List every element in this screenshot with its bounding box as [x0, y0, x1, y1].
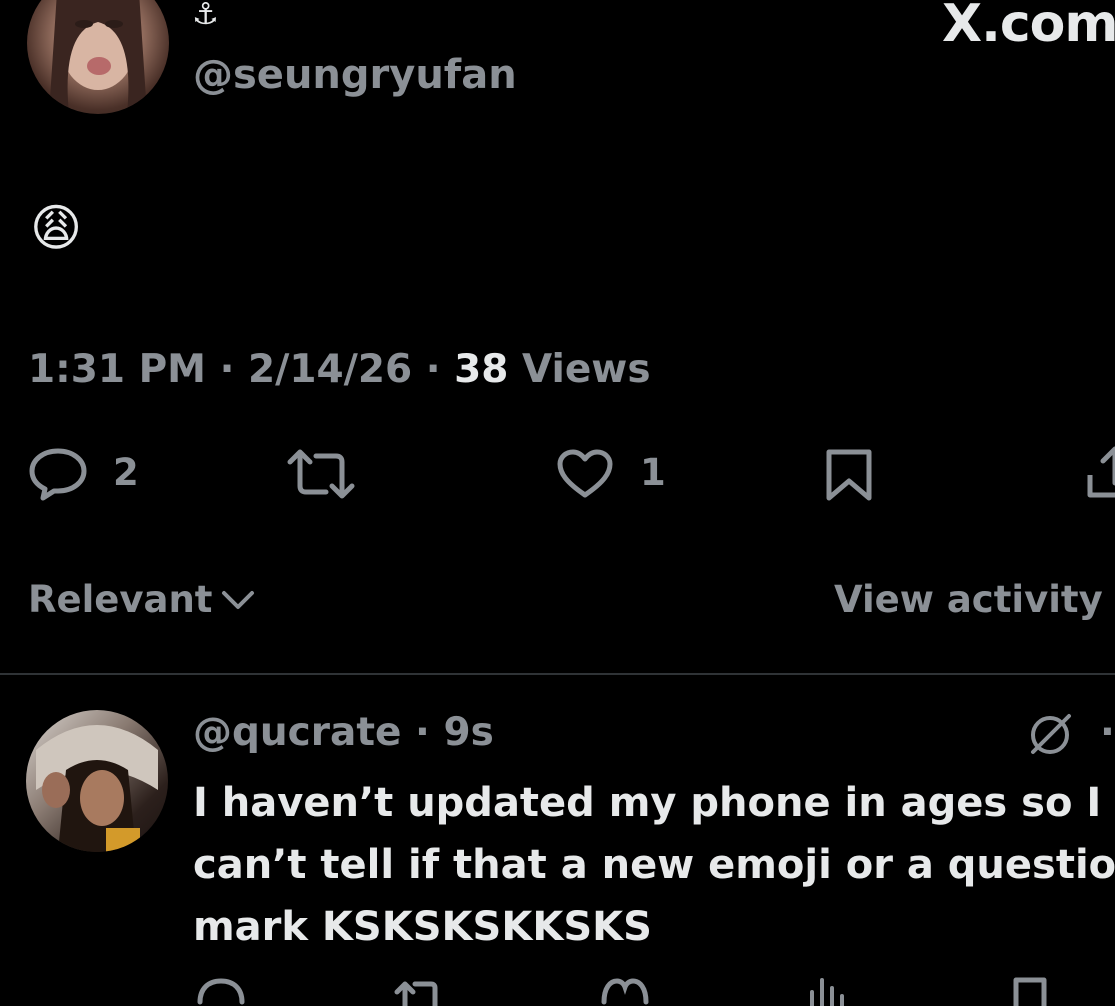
divider [0, 673, 1115, 675]
reply-author-handle[interactable]: @qucrate [193, 710, 401, 755]
sort-label: Relevant [28, 578, 213, 621]
bar-chart-icon [810, 978, 844, 1006]
meta-separator: · [219, 347, 235, 392]
reply-views-button[interactable] [806, 974, 846, 1006]
anchor-badge: ⚓ [192, 0, 219, 32]
reply-text-line: mark KSKSKSKKSKS [193, 904, 652, 950]
repost-icon [394, 981, 438, 1006]
reply-like-button[interactable] [600, 976, 650, 1006]
meta-separator: · [425, 347, 441, 392]
like-button[interactable] [556, 448, 614, 500]
reply-button[interactable] [28, 446, 88, 502]
reply-reply-button[interactable] [196, 976, 246, 1006]
sort-dropdown[interactable]: Relevant [28, 576, 258, 624]
post-time[interactable]: 1:31 PM [28, 347, 206, 392]
author-handle[interactable]: @seungryufan [193, 50, 517, 100]
share-button[interactable] [1085, 445, 1115, 501]
brand-watermark: X.com [942, 0, 1115, 54]
reply-count: 2 [113, 451, 139, 494]
reply-icon [29, 448, 87, 501]
reply-text-line: can’t tell if that a new emoji or a ques… [193, 842, 1115, 888]
meta-separator: · [415, 710, 430, 755]
post-emoji: 😩 [30, 199, 83, 257]
reply-author-avatar[interactable] [26, 710, 168, 852]
reply-age[interactable]: 9s [443, 710, 493, 755]
grok-button[interactable] [1027, 712, 1073, 758]
heart-icon [601, 978, 649, 1005]
views-label[interactable]: Views [522, 347, 651, 392]
post-date[interactable]: 2/14/26 [248, 347, 412, 392]
views-count[interactable]: 38 [454, 347, 508, 392]
post-meta: 1:31 PM · 2/14/26 · 38 Views [28, 346, 651, 394]
reply-bookmark-button[interactable] [1012, 976, 1048, 1006]
reply-icon [197, 978, 245, 1005]
reply-repost-button[interactable] [393, 978, 443, 1006]
more-options-button[interactable]: · [1100, 708, 1115, 758]
bookmark-button[interactable] [824, 448, 874, 502]
reply-meta: @qucrate · 9s [193, 708, 494, 758]
heart-icon [557, 449, 613, 498]
like-count: 1 [640, 451, 666, 494]
slash-circle-icon [1031, 714, 1071, 754]
reply-text-line: I haven’t updated my phone in ages so I [193, 780, 1102, 826]
bookmark-icon [826, 449, 872, 501]
reply-text: I haven’t updated my phone in ages so I … [193, 772, 1115, 958]
author-avatar[interactable] [27, 0, 169, 114]
view-activity-link[interactable]: View activity [834, 576, 1103, 624]
bookmark-icon [1013, 977, 1047, 1006]
repost-icon [287, 449, 355, 499]
repost-button[interactable] [286, 448, 356, 500]
chevron-down-icon [222, 591, 255, 609]
share-icon [1087, 446, 1115, 498]
